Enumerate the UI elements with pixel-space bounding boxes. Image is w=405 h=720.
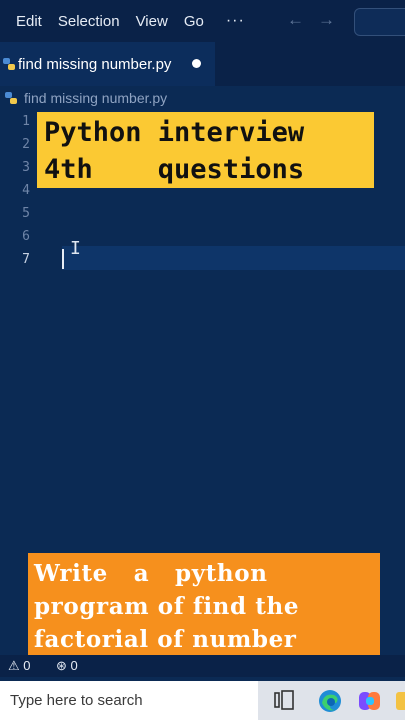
- python-icon: [3, 58, 15, 70]
- ports-status[interactable]: ⊛ 0: [56, 658, 78, 674]
- current-line-highlight: [62, 246, 405, 270]
- problems-status[interactable]: ⚠ 0: [8, 658, 31, 674]
- question-banner: Write a python program of find the facto…: [28, 553, 380, 655]
- menu-more-button[interactable]: ···: [226, 12, 245, 30]
- tab-bar: find missing number.py: [0, 42, 405, 86]
- line-number: 1: [22, 114, 30, 129]
- text-caret: [62, 249, 64, 269]
- menu-selection[interactable]: Selection: [58, 13, 120, 30]
- edge-icon[interactable]: [318, 689, 342, 713]
- line-number: 2: [22, 137, 30, 152]
- errors-count: 0: [23, 658, 31, 673]
- app-icon[interactable]: [396, 689, 405, 713]
- arrow-right-icon[interactable]: →: [318, 10, 335, 30]
- broadcast-icon: ⊛: [56, 658, 67, 673]
- menu-go[interactable]: Go: [184, 13, 204, 30]
- unsaved-dot-icon[interactable]: [192, 59, 201, 68]
- editor-tab[interactable]: find missing number.py: [0, 42, 215, 86]
- tab-title: find missing number.py: [18, 55, 172, 73]
- line-number-active: 7: [22, 252, 30, 267]
- taskbar-search-input[interactable]: Type here to search: [0, 681, 258, 720]
- breadcrumb-file[interactable]: find missing number.py: [24, 90, 167, 106]
- python-icon: [5, 92, 17, 104]
- command-center-box[interactable]: [354, 8, 405, 36]
- line-number: 4: [22, 183, 30, 198]
- menu-view[interactable]: View: [136, 13, 168, 30]
- ibeam-cursor-icon: I: [70, 238, 81, 259]
- warning-icon: ⚠: [8, 658, 20, 673]
- arrow-left-icon[interactable]: ←: [287, 10, 304, 30]
- task-view-icon[interactable]: [274, 689, 294, 711]
- menu-bar: Edit Selection View Go ··· ← →: [0, 0, 405, 42]
- menu-edit[interactable]: Edit: [16, 13, 42, 30]
- line-number: 5: [22, 206, 30, 221]
- windows-taskbar: Type here to search: [0, 681, 405, 720]
- title-banner: Python interview 4th questions: [37, 112, 374, 188]
- breadcrumb: find missing number.py: [0, 86, 405, 110]
- line-number: 3: [22, 160, 30, 175]
- copilot-icon[interactable]: [357, 689, 383, 713]
- line-number: 6: [22, 229, 30, 244]
- status-bar: ⚠ 0 ⊛ 0: [0, 655, 405, 677]
- search-placeholder: Type here to search: [10, 692, 143, 709]
- ports-count: 0: [70, 658, 78, 673]
